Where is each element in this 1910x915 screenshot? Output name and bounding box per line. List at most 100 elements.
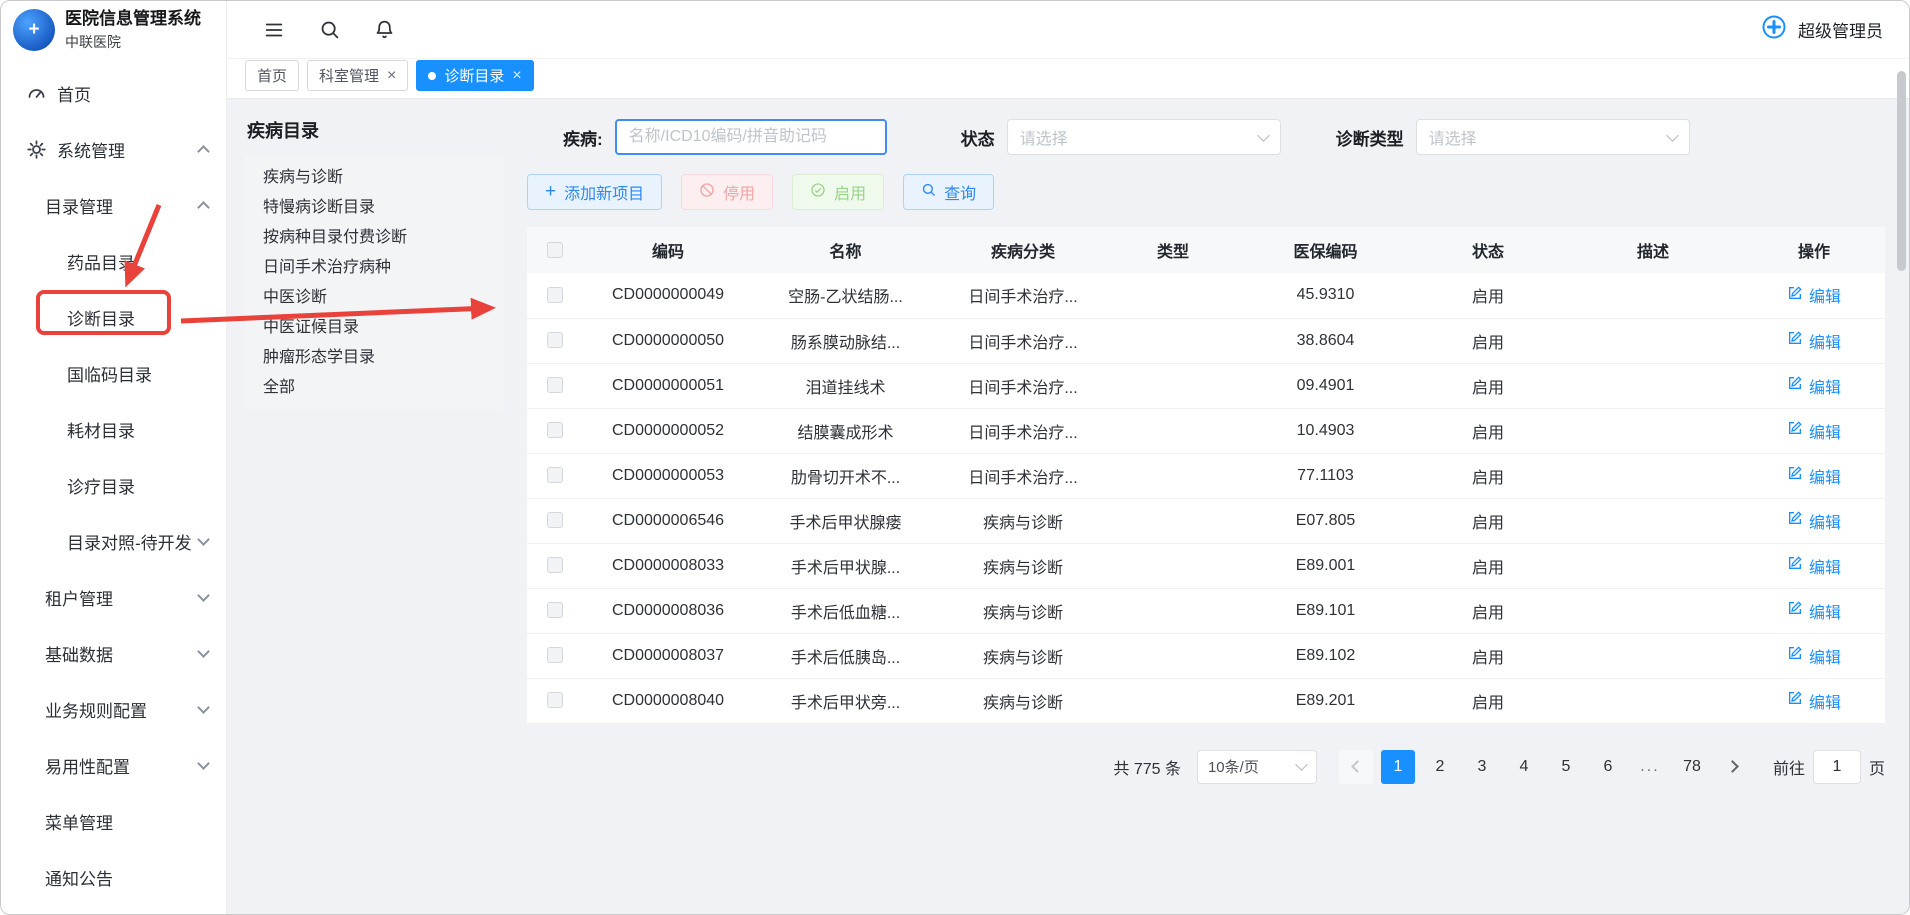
vertical-scrollbar[interactable] [1897,71,1906,271]
select-all-checkbox[interactable] [547,242,563,258]
query-button[interactable]: 查询 [903,174,994,210]
cell-status: 启用 [1413,498,1563,543]
goto-page-input[interactable] [1813,750,1861,784]
row-checkbox[interactable] [547,422,563,438]
cell-category: 疾病与诊断 [938,588,1108,633]
sidebar-item-label: 系统管理 [57,137,125,162]
page-button-2[interactable]: 2 [1423,750,1457,784]
page-button-6[interactable]: 6 [1591,750,1625,784]
sidebar-item-menu-management[interactable]: 菜单管理 [1,793,226,849]
row-checkbox[interactable] [547,647,563,663]
sidebar-item-usability-config[interactable]: 易用性配置 [1,737,226,793]
close-icon[interactable]: × [512,68,521,84]
cell-category: 疾病与诊断 [938,678,1108,723]
catalog-item-per-disease-payment-diagnosis[interactable]: 按病种目录付费诊断 [245,223,503,253]
cell-type [1108,498,1238,543]
table-header-row: 编码名称疾病分类类型医保编码状态描述操作 [527,227,1885,273]
prev-page-button[interactable] [1339,750,1373,784]
user-menu[interactable]: 超级管理员 [1760,13,1883,46]
row-checkbox[interactable] [547,332,563,348]
disable-button[interactable]: 停用 [681,174,773,210]
page-button-78[interactable]: 78 [1675,750,1709,784]
row-checkbox[interactable] [547,602,563,618]
sidebar-item-drug-catalog[interactable]: 药品目录 [1,233,226,289]
edit-button[interactable]: 编辑 [1787,554,1841,578]
column-header: 类型 [1108,227,1238,273]
sidebar-item-tenant-management[interactable]: 租户管理 [1,569,226,625]
edit-button[interactable]: 编辑 [1787,599,1841,623]
status-select[interactable]: 请选择 [1007,119,1281,155]
edit-button[interactable]: 编辑 [1787,374,1841,398]
sidebar-item-diagnosis-catalog[interactable]: 诊断目录 [1,289,226,345]
cell-type [1108,363,1238,408]
table-body: CD0000000049空肠-乙状结肠...日间手术治疗...45.9310启用… [527,273,1885,723]
sidebar-item-system-management[interactable]: 系统管理 [1,121,226,177]
tab-diagnosis-catalog[interactable]: 诊断目录× [416,60,533,91]
tab-department-management[interactable]: 科室管理× [307,60,408,91]
sidebar-item-catalog-mapping-todo[interactable]: 目录对照-待开发 [1,513,226,569]
sidebar-item-catalog-management[interactable]: 目录管理 [1,177,226,233]
row-checkbox[interactable] [547,692,563,708]
catalog-item-tcm-diagnosis[interactable]: 中医诊断 [245,283,503,313]
hamburger-menu-icon[interactable] [263,19,285,41]
sidebar-menu: 首页系统管理目录管理药品目录诊断目录国临码目录耗材目录诊疗目录目录对照-待开发租… [1,65,226,905]
add-new-item-button[interactable]: + 添加新项目 [527,174,662,210]
sidebar-item-label: 药品目录 [67,249,135,274]
check-circle-icon [810,182,826,203]
search-icon[interactable] [319,19,340,40]
edit-button[interactable]: 编辑 [1787,509,1841,533]
cell-action: 编辑 [1743,633,1885,678]
page-button-4[interactable]: 4 [1507,750,1541,784]
bell-icon[interactable] [374,19,395,40]
cell-category: 疾病与诊断 [938,633,1108,678]
edit-button[interactable]: 编辑 [1787,464,1841,488]
sidebar-item-consumable-catalog[interactable]: 耗材目录 [1,401,226,457]
tab-home[interactable]: 首页 [245,60,299,91]
chevron-up-icon [197,201,210,214]
cell-code: CD0000000051 [583,363,753,408]
catalog-item-special-chronic-diagnosis[interactable]: 特慢病诊断目录 [245,193,503,223]
edit-button[interactable]: 编辑 [1787,419,1841,443]
catalog-item-day-surgery-disease[interactable]: 日间手术治疗病种 [245,253,503,283]
catalog-item-all[interactable]: 全部 [245,373,503,403]
close-icon[interactable]: × [387,68,396,84]
edit-icon [1787,510,1803,531]
page-size-select[interactable]: 10条/页 [1197,750,1317,784]
sidebar-item-label: 国临码目录 [67,361,152,386]
row-checkbox[interactable] [547,287,563,303]
sidebar-item-notice[interactable]: 通知公告 [1,849,226,905]
diagnosis-type-select[interactable]: 请选择 [1416,119,1690,155]
page-button-5[interactable]: 5 [1549,750,1583,784]
sidebar-item-base-data[interactable]: 基础数据 [1,625,226,681]
row-checkbox[interactable] [547,557,563,573]
row-checkbox[interactable] [547,467,563,483]
row-checkbox[interactable] [547,377,563,393]
catalog-item-tumor-morphology-catalog[interactable]: 肿瘤形态学目录 [245,343,503,373]
catalog-item-disease-and-diagnosis[interactable]: 疾病与诊断 [245,163,503,193]
enable-button[interactable]: 启用 [792,174,884,210]
cell-status: 启用 [1413,273,1563,318]
edit-label: 编辑 [1809,283,1841,307]
next-page-button[interactable] [1717,750,1751,784]
page-button-1[interactable]: 1 [1381,750,1415,784]
edit-button[interactable]: 编辑 [1787,644,1841,668]
sidebar-item-treatment-catalog[interactable]: 诊疗目录 [1,457,226,513]
edit-button[interactable]: 编辑 [1787,283,1841,307]
catalog-item-tcm-syndrome-catalog[interactable]: 中医证候目录 [245,313,503,343]
tab-bar: 首页科室管理× 诊断目录× [227,59,1909,99]
row-checkbox-cell [527,363,583,408]
sidebar-item-home[interactable]: 首页 [1,65,226,121]
page-button-3[interactable]: 3 [1465,750,1499,784]
sidebar-item-national-code-catalog[interactable]: 国临码目录 [1,345,226,401]
edit-button[interactable]: 编辑 [1787,329,1841,353]
edit-button[interactable]: 编辑 [1787,689,1841,713]
row-checkbox[interactable] [547,512,563,528]
sidebar-item-label: 首页 [57,81,91,106]
cell-description [1563,273,1743,318]
filter-row: 疾病: 状态 请选择 诊断类型 请选择 [563,119,1885,155]
cell-category: 日间手术治疗... [938,318,1108,363]
disease-search-input[interactable] [615,119,887,155]
cell-type [1108,318,1238,363]
sidebar-item-business-rule-config[interactable]: 业务规则配置 [1,681,226,737]
column-header: 名称 [753,227,938,273]
